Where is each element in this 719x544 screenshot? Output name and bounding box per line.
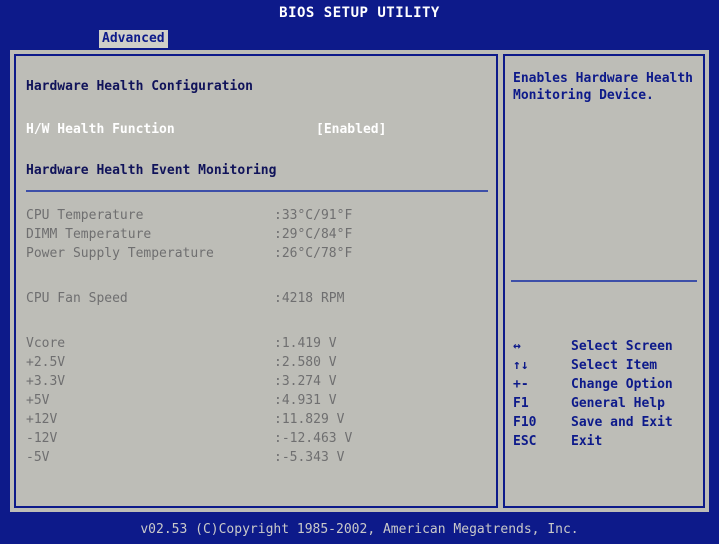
dimm-temperature-value: :29°C/84°F (274, 227, 353, 242)
tab-advanced[interactable]: Advanced (99, 30, 168, 48)
left-right-arrow-icon: ↔ (513, 339, 521, 354)
vcore-value: :1.419 V (274, 336, 337, 351)
hw-health-function-label[interactable]: H/W Health Function (26, 122, 175, 137)
v5-value: :4.931 V (274, 393, 337, 408)
copyright-footer: v02.53 (C)Copyright 1985-2002, American … (0, 516, 719, 544)
hw-health-function-value[interactable]: [Enabled] (316, 122, 386, 137)
plus-minus-icon: +- (513, 377, 529, 392)
cpu-fan-speed-value: :4218 RPM (274, 291, 345, 306)
cpu-temperature-label: CPU Temperature (26, 208, 144, 223)
event-monitoring-title: Hardware Health Event Monitoring (26, 163, 277, 178)
vneg5-label: -5V (26, 450, 50, 465)
bios-title: BIOS SETUP UTILITY (0, 0, 719, 26)
cpu-temperature-value: :33°C/91°F (274, 208, 353, 223)
vneg12-value: :-12.463 V (274, 431, 353, 446)
help-text: Enables Hardware Health Monitoring Devic… (513, 71, 694, 103)
v12-label: +12V (26, 412, 58, 427)
help-pane: Enables Hardware Health Monitoring Devic… (503, 54, 705, 508)
help-divider (511, 280, 697, 282)
section-divider (26, 190, 488, 192)
v3-3-value: :3.274 V (274, 374, 337, 389)
tab-strip: Advanced (0, 26, 719, 48)
section-title: Hardware Health Configuration (26, 79, 253, 94)
dimm-temperature-label: DIMM Temperature (26, 227, 152, 242)
vcore-label: Vcore (26, 336, 66, 351)
v3-3-label: +3.3V (26, 374, 66, 389)
vneg12-label: -12V (26, 431, 58, 446)
cpu-fan-speed-label: CPU Fan Speed (26, 291, 128, 306)
psu-temperature-label: Power Supply Temperature (26, 246, 214, 261)
settings-pane: Hardware Health Configuration H/W Health… (14, 54, 498, 508)
v2-5-label: +2.5V (26, 355, 66, 370)
up-down-arrow-icon: ↑↓ (513, 358, 529, 373)
v2-5-value: :2.580 V (274, 355, 337, 370)
vneg5-value: :-5.343 V (274, 450, 345, 465)
v12-value: :11.829 V (274, 412, 345, 427)
main-panel: Hardware Health Configuration H/W Health… (8, 48, 711, 514)
v5-label: +5V (26, 393, 50, 408)
psu-temperature-value: :26°C/78°F (274, 246, 353, 261)
